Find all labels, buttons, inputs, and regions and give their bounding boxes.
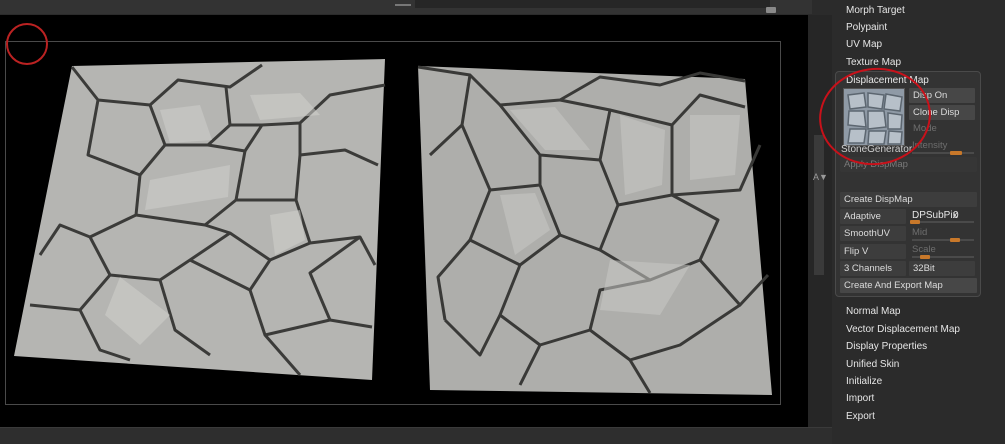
dpsubpix-slider-handle[interactable]: [910, 220, 920, 224]
pin-icon[interactable]: [766, 7, 776, 13]
drag-handle[interactable]: [395, 4, 411, 6]
dpsubpix-slider-track[interactable]: [912, 221, 974, 223]
disp-on-button[interactable]: Disp On: [909, 88, 975, 103]
top-slot: [415, 0, 770, 8]
menu-import[interactable]: Import: [846, 390, 874, 407]
menu-polypaint[interactable]: Polypaint: [846, 19, 887, 36]
adaptive-button[interactable]: Adaptive: [840, 209, 906, 224]
channels-button[interactable]: 3 Channels: [840, 261, 906, 276]
thumbnail-name: StoneGenerator: [841, 144, 913, 155]
create-and-export-map-button[interactable]: Create And Export Map: [840, 278, 977, 293]
menu-texture-map[interactable]: Texture Map: [846, 54, 901, 71]
intensity-slider-track[interactable]: [912, 152, 974, 154]
scroll-marker: A▼: [813, 172, 828, 182]
scale-slider-handle[interactable]: [920, 255, 930, 259]
bit-depth-button[interactable]: 32Bit: [909, 261, 975, 276]
intensity-slider-handle[interactable]: [950, 151, 962, 155]
apply-dispmap-button[interactable]: Apply DispMap: [840, 157, 977, 172]
menu-normal-map[interactable]: Normal Map: [846, 303, 900, 320]
top-strip: [0, 0, 812, 14]
stone-thumbnail-icon: [844, 89, 904, 145]
menu-morph-target[interactable]: Morph Target: [846, 2, 905, 19]
menu-initialize[interactable]: Initialize: [846, 373, 882, 390]
intensity-label: Intensity: [912, 140, 948, 151]
menu-unified-skin[interactable]: Unified Skin: [846, 356, 899, 373]
stone-slab-left: [14, 59, 386, 380]
menu-export[interactable]: Export: [846, 408, 875, 425]
create-dispmap-button[interactable]: Create DispMap: [840, 192, 977, 207]
mid-slider-track[interactable]: [912, 239, 974, 241]
clone-disp-button[interactable]: Clone Disp: [909, 105, 975, 120]
mid-slider-handle[interactable]: [950, 238, 960, 242]
menu-vector-displacement-map[interactable]: Vector Displacement Map: [846, 321, 960, 338]
smoothuv-button[interactable]: SmoothUV: [840, 226, 906, 241]
menu-display-properties[interactable]: Display Properties: [846, 338, 927, 355]
flip-v-button[interactable]: Flip V: [840, 244, 906, 259]
scrollbar-thumb[interactable]: [814, 135, 824, 275]
viewport-canvas[interactable]: [0, 15, 808, 427]
viewport-scrollbar[interactable]: A▼: [808, 15, 832, 427]
bottom-status-bar: [0, 427, 832, 444]
stone-renders: [14, 59, 772, 395]
displacement-thumbnail[interactable]: [843, 88, 905, 146]
displacement-map-header[interactable]: Displacement Map: [846, 72, 929, 89]
stone-slab-right: [417, 65, 772, 395]
menu-uv-map[interactable]: UV Map: [846, 36, 882, 53]
mode-label: Mode: [913, 123, 937, 134]
mid-label: Mid: [912, 227, 928, 238]
